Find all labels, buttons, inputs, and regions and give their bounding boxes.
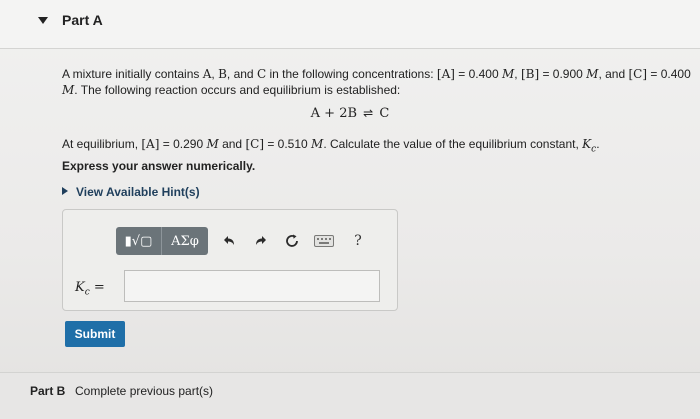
collapse-caret-icon[interactable] (38, 17, 48, 24)
greek-symbols-button[interactable]: ΑΣφ (162, 227, 208, 255)
kc-symbol: K (75, 280, 85, 295)
unit-molar: M (62, 83, 75, 97)
problem-statement: A mixture initially contains A, B, and C… (62, 66, 692, 98)
part-b-status: Complete previous part(s) (75, 384, 214, 398)
answer-instructions: Express your answer numerically. (62, 159, 256, 173)
unit-molar: M (586, 67, 599, 81)
submit-button[interactable]: Submit (65, 321, 125, 347)
problem-text: A mixture initially contains (62, 67, 203, 81)
species-c: C (256, 67, 267, 81)
math-template-toolbar: ▮√▢ ΑΣφ (116, 227, 208, 255)
eq-text: . Calculate the value of the equilibrium… (323, 137, 583, 151)
problem-text: , and (598, 67, 629, 81)
keyboard-icon[interactable] (313, 232, 335, 250)
problem-text: , and (226, 67, 257, 81)
equilibrium-statement: At equilibrium, [A] = 0.290 M and [C] = … (62, 136, 692, 157)
part-a-header[interactable]: Part A (0, 0, 700, 49)
conc-c-label: [C] (628, 67, 648, 81)
problem-text: . The following reaction occurs and equi… (74, 83, 401, 97)
conc-a-label: [A] (436, 67, 455, 81)
eq-conc-c-label: [C] (245, 137, 264, 151)
reaction-reactants: A + 2B (310, 106, 358, 121)
eq-conc-c-value: = 0.510 (264, 137, 312, 151)
reset-icon[interactable] (283, 232, 301, 250)
kc-symbol: K (582, 137, 592, 151)
kc-answer-label: Kc = (75, 280, 105, 298)
problem-text: in the following concentrations: (266, 67, 437, 81)
eq-text: At equilibrium, (62, 137, 142, 151)
eq-text: . (596, 137, 600, 151)
part-b-title: Part B (30, 384, 66, 398)
kc-answer-input[interactable] (124, 270, 380, 302)
eq-text: and (218, 137, 246, 151)
eq-conc-a-value: = 0.290 (159, 137, 207, 151)
equilibrium-arrow-icon: ⇌ (363, 106, 374, 120)
reaction-equation: A + 2B ⇌ C (0, 106, 700, 121)
help-button[interactable]: ? (349, 232, 367, 250)
templates-button[interactable]: ▮√▢ (116, 227, 162, 255)
unit-molar: M (311, 137, 324, 151)
view-hints-label: View Available Hint(s) (76, 185, 200, 199)
conc-c-value: = 0.400 (647, 67, 691, 81)
conc-b-label: [B] (520, 67, 540, 81)
conc-a-value: = 0.400 (454, 67, 502, 81)
equals-sign: = (89, 280, 105, 295)
answer-entry-panel: ▮√▢ ΑΣφ ? Kc = (62, 209, 398, 311)
undo-icon[interactable] (220, 232, 238, 250)
part-a-title: Part A (62, 12, 103, 28)
redo-icon[interactable] (252, 232, 270, 250)
part-b-header: Part B Complete previous part(s) (0, 372, 700, 419)
conc-b-value: = 0.900 (539, 67, 587, 81)
problem-text: , (514, 67, 521, 81)
view-hints-link[interactable]: View Available Hint(s) (62, 185, 200, 199)
expand-triangle-icon (62, 187, 68, 195)
eq-conc-a-label: [A] (141, 137, 160, 151)
unit-molar: M (501, 67, 515, 81)
reaction-product: C (379, 106, 390, 121)
species-b: B (218, 67, 227, 81)
unit-molar: M (206, 137, 219, 151)
